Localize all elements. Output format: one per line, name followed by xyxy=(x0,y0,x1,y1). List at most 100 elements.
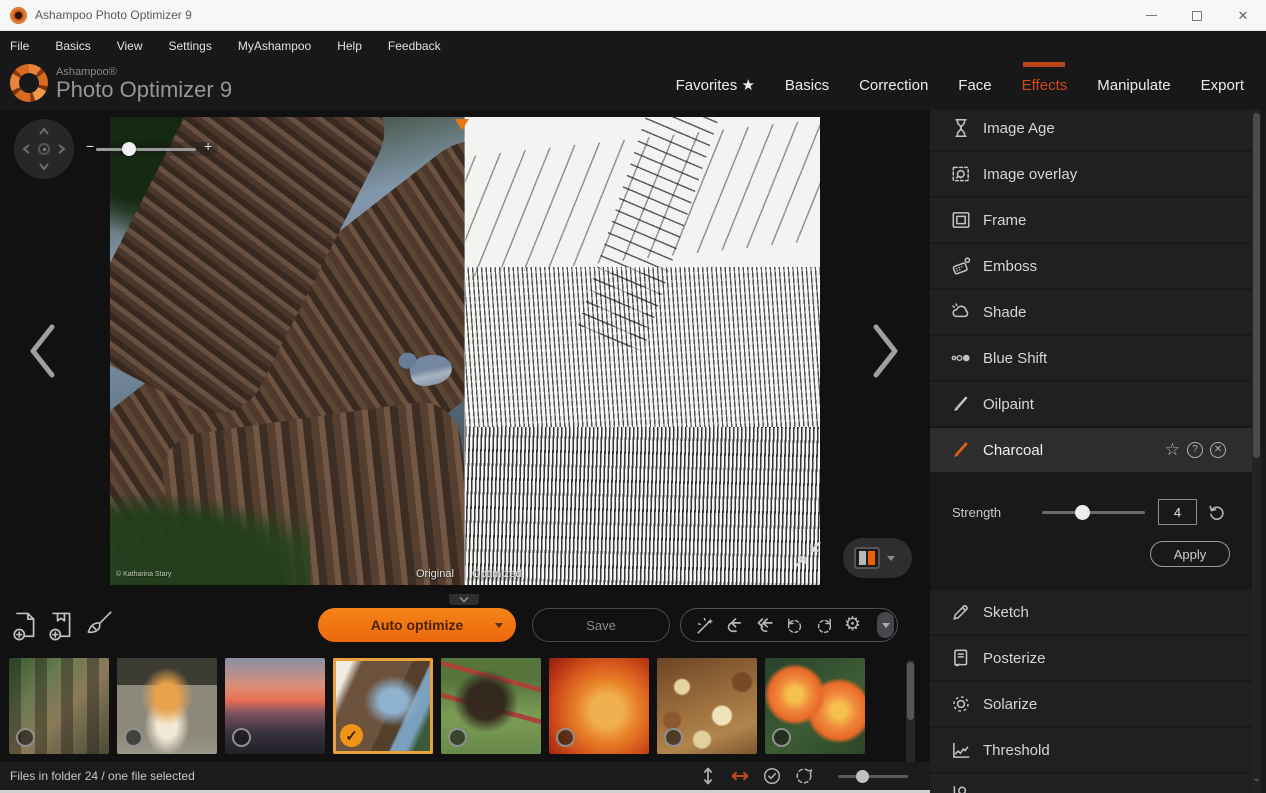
thumbnail-7-select-badge[interactable] xyxy=(664,728,683,747)
photo-watermark: © Katharina Stary xyxy=(116,571,171,578)
effect-item-charcoal-selected[interactable]: Charcoal ☆ ? ✕ xyxy=(930,428,1252,472)
tab-face[interactable]: Face xyxy=(958,62,991,109)
close-effect-icon[interactable]: ✕ xyxy=(1210,442,1226,458)
tab-effects[interactable]: Effects xyxy=(1022,62,1068,109)
thumbnail-6[interactable] xyxy=(549,658,649,754)
save-button[interactable]: Save xyxy=(532,608,670,642)
tab-correction[interactable]: Correction xyxy=(859,62,928,109)
thumbnail-2[interactable] xyxy=(117,658,217,754)
compare-split-divider[interactable] xyxy=(464,117,466,585)
fit-to-screen-button[interactable] xyxy=(792,538,824,570)
thumbnail-4-selected-badge[interactable]: ✓ xyxy=(340,724,363,747)
pan-navigator[interactable] xyxy=(14,119,74,179)
title-bar[interactable]: Ashampoo Photo Optimizer 9 ✕ xyxy=(0,0,1266,31)
tab-basics[interactable]: Basics xyxy=(785,62,829,109)
pan-center-icon[interactable] xyxy=(38,143,50,155)
menu-view[interactable]: View xyxy=(117,39,143,53)
undo-all-icon[interactable] xyxy=(754,615,775,636)
split-handle-icon[interactable] xyxy=(455,119,469,130)
clear-list-button[interactable] xyxy=(84,608,114,640)
menu-help[interactable]: Help xyxy=(337,39,362,53)
zoom-out-button[interactable]: − xyxy=(86,138,94,154)
thumbnail-8[interactable] xyxy=(765,658,865,754)
effect-item-emboss[interactable]: Emboss xyxy=(930,244,1252,288)
select-all-button[interactable] xyxy=(762,766,782,786)
apply-button[interactable]: Apply xyxy=(1150,541,1230,567)
thumbnail-6-select-badge[interactable] xyxy=(556,728,575,747)
thumbnail-1[interactable] xyxy=(9,658,109,754)
pan-down-icon[interactable] xyxy=(38,160,50,172)
reset-strength-icon[interactable] xyxy=(1207,502,1227,522)
menu-settings[interactable]: Settings xyxy=(168,39,211,53)
tab-export[interactable]: Export xyxy=(1201,62,1244,109)
zoom-slider-track[interactable] xyxy=(96,148,196,151)
fit-height-button[interactable] xyxy=(698,766,718,786)
favorite-star-icon[interactable]: ☆ xyxy=(1165,440,1180,460)
auto-optimize-button[interactable]: Auto optimize xyxy=(318,608,516,642)
zoom-in-button[interactable]: + xyxy=(204,138,212,154)
zoom-slider-thumb[interactable] xyxy=(122,142,136,156)
next-image-button[interactable] xyxy=(868,322,904,380)
thumbnail-3[interactable] xyxy=(225,658,325,754)
effect-item-image-age[interactable]: Image Age xyxy=(930,110,1252,150)
collapse-toolbar-button[interactable] xyxy=(449,594,479,605)
thumbnail-8-select-badge[interactable] xyxy=(772,728,791,747)
thumbnail-5[interactable] xyxy=(441,658,541,754)
effect-item-threshold[interactable]: Threshold xyxy=(930,728,1252,772)
menu-feedback[interactable]: Feedback xyxy=(388,39,441,53)
fit-width-button-active[interactable] xyxy=(730,766,750,786)
strength-value-input[interactable]: 4 xyxy=(1158,499,1197,525)
scroll-down-caret-icon[interactable]: ⌄ xyxy=(1251,773,1262,787)
auto-optimize-caret-icon[interactable] xyxy=(495,623,503,628)
thumbnail-1-select-badge[interactable] xyxy=(16,728,35,747)
thumbnail-5-select-badge[interactable] xyxy=(448,728,467,747)
thumbnail-4-selected[interactable]: ✓ xyxy=(333,658,433,754)
pan-up-icon[interactable] xyxy=(38,126,50,138)
effect-item-sketch[interactable]: Sketch xyxy=(930,590,1252,634)
settings-gear-icon[interactable]: ⚙ xyxy=(844,615,861,635)
effects-scrollbar[interactable] xyxy=(1252,110,1261,793)
add-folder-button[interactable] xyxy=(46,610,76,642)
effect-item-frame[interactable]: Frame xyxy=(930,198,1252,242)
undo-icon[interactable] xyxy=(724,615,745,636)
strength-slider-track[interactable] xyxy=(1042,511,1145,514)
effect-item-image-overlay[interactable]: Image overlay xyxy=(930,152,1252,196)
add-image-button[interactable] xyxy=(10,610,40,642)
magic-wand-icon[interactable] xyxy=(694,615,715,636)
effect-item-solarize[interactable]: Solarize xyxy=(930,682,1252,726)
close-button[interactable]: ✕ xyxy=(1220,0,1266,31)
pan-left-icon[interactable] xyxy=(21,143,33,155)
refresh-thumbnails-button[interactable] xyxy=(794,766,814,786)
help-icon[interactable]: ? xyxy=(1187,442,1203,458)
previous-image-button[interactable] xyxy=(24,322,60,380)
effect-item-shade[interactable]: Shade xyxy=(930,290,1252,334)
rotate-right-icon[interactable] xyxy=(814,615,835,636)
effects-scrollbar-thumb[interactable] xyxy=(1253,113,1260,458)
tools-more-button[interactable] xyxy=(877,612,894,638)
effect-item-oilpaint[interactable]: Oilpaint xyxy=(930,382,1252,426)
compare-view-mode-button[interactable] xyxy=(843,538,912,578)
thumbnail-3-select-badge[interactable] xyxy=(232,728,251,747)
thumbnail-size-slider-track[interactable] xyxy=(838,775,908,778)
effect-item-blue-shift[interactable]: Blue Shift xyxy=(930,336,1252,380)
maximize-button[interactable] xyxy=(1174,0,1220,31)
view-mode-caret-icon[interactable] xyxy=(887,556,895,561)
thumbnail-2-select-badge[interactable] xyxy=(124,728,143,747)
minimize-button[interactable] xyxy=(1128,0,1174,31)
menu-myashampoo[interactable]: MyAshampoo xyxy=(238,39,311,53)
strength-slider-thumb[interactable] xyxy=(1075,505,1090,520)
pan-right-icon[interactable] xyxy=(55,143,67,155)
effect-item-posterize[interactable]: Posterize xyxy=(930,636,1252,680)
thumbnail-scrollbar-thumb[interactable] xyxy=(907,662,914,720)
menu-basics[interactable]: Basics xyxy=(55,39,90,53)
rotate-left-icon[interactable] xyxy=(784,615,805,636)
split-view-icon xyxy=(854,547,880,569)
image-viewer[interactable]: Original Optimized © Katharina Stary xyxy=(110,117,820,585)
thumbnail-size-slider-thumb[interactable] xyxy=(856,770,869,783)
tab-manipulate[interactable]: Manipulate xyxy=(1097,62,1170,109)
menu-bar: File Basics View Settings MyAshampoo Hel… xyxy=(0,31,1266,60)
menu-file[interactable]: File xyxy=(10,39,29,53)
thumbnail-7[interactable] xyxy=(657,658,757,754)
tab-favorites[interactable]: Favorites ★ xyxy=(676,61,755,109)
effect-item-partial[interactable] xyxy=(930,774,1252,793)
